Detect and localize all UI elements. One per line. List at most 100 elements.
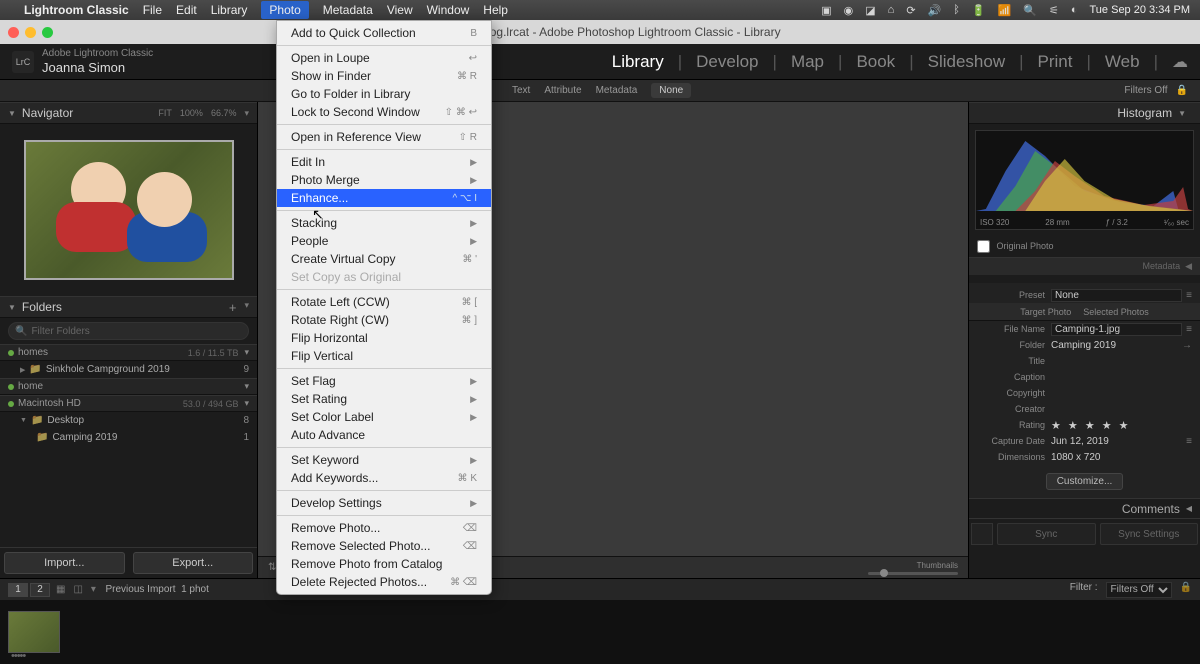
module-web[interactable]: Web — [1105, 52, 1140, 72]
compare-icon[interactable]: ◫ — [73, 584, 82, 595]
preset-menu-icon[interactable]: ≡ — [1186, 290, 1192, 301]
page-1[interactable]: 1 — [8, 583, 28, 597]
menu-item[interactable]: Auto Advance — [277, 426, 491, 444]
module-map[interactable]: Map — [791, 52, 824, 72]
clock[interactable]: Tue Sep 20 3:34 PM — [1090, 4, 1191, 16]
volume-row[interactable]: homes1.6 / 11.5 TB▾ — [0, 344, 257, 361]
menu-item[interactable]: Add Keywords...⌘ K — [277, 469, 491, 487]
volume-row[interactable]: home▾ — [0, 378, 257, 395]
wifi-icon[interactable]: 📶 — [998, 4, 1012, 17]
menu-3[interactable]: Photo — [261, 1, 308, 19]
nav-100[interactable]: 100% — [180, 108, 203, 119]
meta-tab-target[interactable]: Target Photo — [1020, 307, 1071, 317]
battery-icon[interactable]: 🔋 — [972, 4, 986, 17]
maximize-button[interactable] — [42, 27, 53, 38]
cloud-sync-icon[interactable]: ⟳ — [906, 4, 915, 17]
folder-row[interactable]: 📁Camping 20191 — [0, 429, 257, 446]
menu-item[interactable]: Open in Reference View⇧ R — [277, 128, 491, 146]
navigator-header[interactable]: ▼ Navigator FIT 100% 66.7% ▾ — [0, 102, 257, 124]
page-2[interactable]: 2 — [30, 583, 50, 597]
preset-select[interactable]: None — [1051, 289, 1182, 302]
menu-item[interactable]: People▶ — [277, 232, 491, 250]
histogram-header[interactable]: Histogram ▼ — [969, 102, 1200, 124]
module-develop[interactable]: Develop — [696, 52, 758, 72]
module-book[interactable]: Book — [856, 52, 895, 72]
nav-fit[interactable]: FIT — [158, 108, 172, 119]
lock-icon[interactable]: 🔒 — [1176, 85, 1188, 96]
menu-2[interactable]: Library — [211, 3, 248, 17]
filmstrip[interactable]: ••••• — [0, 600, 1200, 664]
close-button[interactable] — [8, 27, 19, 38]
menu-item[interactable]: Remove Photo from Catalog — [277, 555, 491, 573]
app-name[interactable]: Lightroom Classic — [24, 3, 129, 17]
cloud-icon[interactable]: ☁ — [1172, 52, 1188, 72]
filter-lock-icon[interactable]: 🔒 — [1180, 582, 1192, 598]
menu-0[interactable]: File — [143, 3, 162, 17]
source-label[interactable]: Previous Import — [106, 584, 176, 595]
menu-7[interactable]: Help — [483, 3, 508, 17]
menu-6[interactable]: Window — [427, 3, 470, 17]
navigator-preview[interactable] — [24, 140, 234, 280]
export-button[interactable]: Export... — [133, 552, 254, 574]
chevron-down-icon[interactable]: ▾ — [91, 584, 96, 595]
menu-item[interactable]: Create Virtual Copy⌘ ' — [277, 250, 491, 268]
menu-item[interactable]: Remove Selected Photo...⌫ — [277, 537, 491, 555]
folders-header[interactable]: ▼ Folders +▾ — [0, 296, 257, 318]
menu-item[interactable]: Add to Quick CollectionB — [277, 24, 491, 42]
menu-item[interactable]: Rotate Left (CCW)⌘ [ — [277, 293, 491, 311]
tray-icon[interactable]: ⌂ — [888, 4, 895, 16]
control-center-icon[interactable]: ⚟ — [1049, 4, 1059, 17]
menu-item[interactable]: Rotate Right (CW)⌘ ] — [277, 311, 491, 329]
meta-folder[interactable]: Camping 2019 — [1051, 340, 1182, 351]
module-print[interactable]: Print — [1038, 52, 1073, 72]
original-checkbox[interactable] — [977, 240, 990, 253]
filmstrip-thumb[interactable]: ••••• — [8, 611, 60, 653]
import-button[interactable]: Import... — [4, 552, 125, 574]
menu-item[interactable]: Go to Folder in Library — [277, 85, 491, 103]
meta-action-icon[interactable]: ≡ — [1186, 324, 1192, 335]
menu-4[interactable]: Metadata — [323, 3, 373, 17]
filter-none[interactable]: None — [651, 83, 691, 98]
folders-menu-icon[interactable]: ▾ — [244, 300, 249, 315]
goto-folder-icon[interactable]: → — [1182, 340, 1192, 351]
sync-settings-button[interactable]: Sync Settings — [1100, 523, 1199, 545]
menu-item[interactable]: Remove Photo...⌫ — [277, 519, 491, 537]
edit-date-icon[interactable]: ≡ — [1186, 436, 1192, 447]
menu-5[interactable]: View — [387, 3, 413, 17]
menu-item[interactable]: Enhance...^ ⌥ I — [277, 189, 491, 207]
folder-filter-input[interactable]: 🔍 Filter Folders — [8, 322, 249, 340]
filter-attribute[interactable]: Attribute — [544, 85, 581, 96]
menu-item[interactable]: Edit In▶ — [277, 153, 491, 171]
menu-item[interactable]: Show in Finder⌘ R — [277, 67, 491, 85]
customize-button[interactable]: Customize... — [1046, 473, 1124, 490]
volume-icon[interactable]: 🔊 — [928, 4, 942, 17]
module-slideshow[interactable]: Slideshow — [928, 52, 1006, 72]
meta-rating[interactable]: ★ ★ ★ ★ ★ — [1051, 419, 1131, 432]
meta-file-name[interactable]: Camping-1.jpg — [1051, 323, 1182, 336]
siri-icon[interactable]: ◐ — [1071, 4, 1078, 16]
menu-item[interactable]: Stacking▶ — [277, 214, 491, 232]
volume-row[interactable]: Macintosh HD53.0 / 494 GB▾ — [0, 395, 257, 412]
menu-item[interactable]: Flip Horizontal — [277, 329, 491, 347]
nav-pct[interactable]: 66.7% — [211, 108, 237, 119]
menu-item[interactable]: Photo Merge▶ — [277, 171, 491, 189]
histogram[interactable]: ISO 320 28 mm ƒ / 3.2 ¹⁄₆₀ sec — [975, 130, 1194, 230]
menu-item[interactable]: Set Color Label▶ — [277, 408, 491, 426]
grid-icon[interactable]: ▦ — [56, 584, 65, 595]
menu-item[interactable]: Set Flag▶ — [277, 372, 491, 390]
add-folder-icon[interactable]: + — [229, 300, 237, 315]
menu-item[interactable]: Flip Vertical — [277, 347, 491, 365]
menu-item[interactable]: Develop Settings▶ — [277, 494, 491, 512]
filter-select[interactable]: Filters Off — [1106, 582, 1172, 598]
sync-toggle[interactable] — [971, 523, 993, 545]
folder-row[interactable]: ▶📁Sinkhole Campground 20199 — [0, 361, 257, 378]
bluetooth-icon[interactable]: ᛒ — [953, 4, 960, 16]
menu-1[interactable]: Edit — [176, 3, 197, 17]
menu-item[interactable]: Delete Rejected Photos...⌘ ⌫ — [277, 573, 491, 591]
menu-item[interactable]: Set Rating▶ — [277, 390, 491, 408]
folder-row[interactable]: ▼📁Desktop8 — [0, 412, 257, 429]
minimize-button[interactable] — [25, 27, 36, 38]
menu-item[interactable]: Lock to Second Window⇧ ⌘ ↩ — [277, 103, 491, 121]
screen-icon[interactable]: ▣ — [821, 4, 831, 17]
search-icon[interactable]: 🔍 — [1023, 4, 1037, 17]
